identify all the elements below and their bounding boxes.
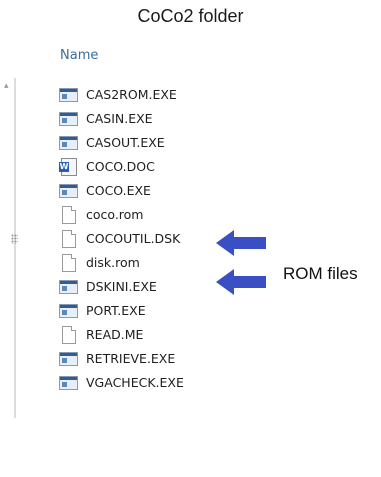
file-name: COCO.DOC <box>86 158 155 174</box>
exe-icon <box>58 134 78 150</box>
file-name: CASIN.EXE <box>86 110 153 126</box>
rom-files-label: ROM files <box>283 264 358 283</box>
resize-grip-icon[interactable] <box>11 234 18 244</box>
file-name: CASOUT.EXE <box>86 134 165 150</box>
file-name: VGACHECK.EXE <box>86 374 184 390</box>
file-icon <box>58 230 78 248</box>
exe-icon <box>58 350 78 366</box>
file-item[interactable]: COCO.EXE <box>58 180 258 200</box>
exe-icon <box>58 110 78 126</box>
arrow-icon <box>216 230 266 256</box>
file-item[interactable]: RETRIEVE.EXE <box>58 348 258 368</box>
file-name: COCOUTIL.DSK <box>86 230 181 246</box>
file-name: DSKINI.EXE <box>86 278 157 294</box>
pane-divider[interactable] <box>14 78 16 418</box>
collapse-arrow-icon[interactable]: ▴ <box>4 80 9 91</box>
file-name: RETRIEVE.EXE <box>86 350 176 366</box>
file-item[interactable]: READ.ME <box>58 324 258 344</box>
file-item[interactable]: PORT.EXE <box>58 300 258 320</box>
file-icon <box>58 326 78 344</box>
file-name: disk.rom <box>86 254 140 270</box>
page-title: CoCo2 folder <box>137 6 244 26</box>
word-doc-icon: W <box>58 158 78 176</box>
file-item[interactable]: VGACHECK.EXE <box>58 372 258 392</box>
file-name: coco.rom <box>86 206 144 222</box>
file-item[interactable]: coco.rom <box>58 204 258 224</box>
file-name: PORT.EXE <box>86 302 146 318</box>
exe-icon <box>58 374 78 390</box>
file-name: READ.ME <box>86 326 144 342</box>
exe-icon <box>58 182 78 198</box>
navigation-pane: ▴ <box>0 38 40 477</box>
file-item[interactable]: CASIN.EXE <box>58 108 258 128</box>
file-icon <box>58 254 78 272</box>
exe-icon <box>58 302 78 318</box>
column-header-name[interactable]: Name <box>60 48 98 63</box>
arrow-icon <box>216 269 266 295</box>
file-name: CAS2ROM.EXE <box>86 86 177 102</box>
file-icon <box>58 206 78 224</box>
exe-icon <box>58 86 78 102</box>
file-item[interactable]: CAS2ROM.EXE <box>58 84 258 104</box>
file-item[interactable]: W COCO.DOC <box>58 156 258 176</box>
exe-icon <box>58 278 78 294</box>
file-item[interactable]: CASOUT.EXE <box>58 132 258 152</box>
file-name: COCO.EXE <box>86 182 151 198</box>
